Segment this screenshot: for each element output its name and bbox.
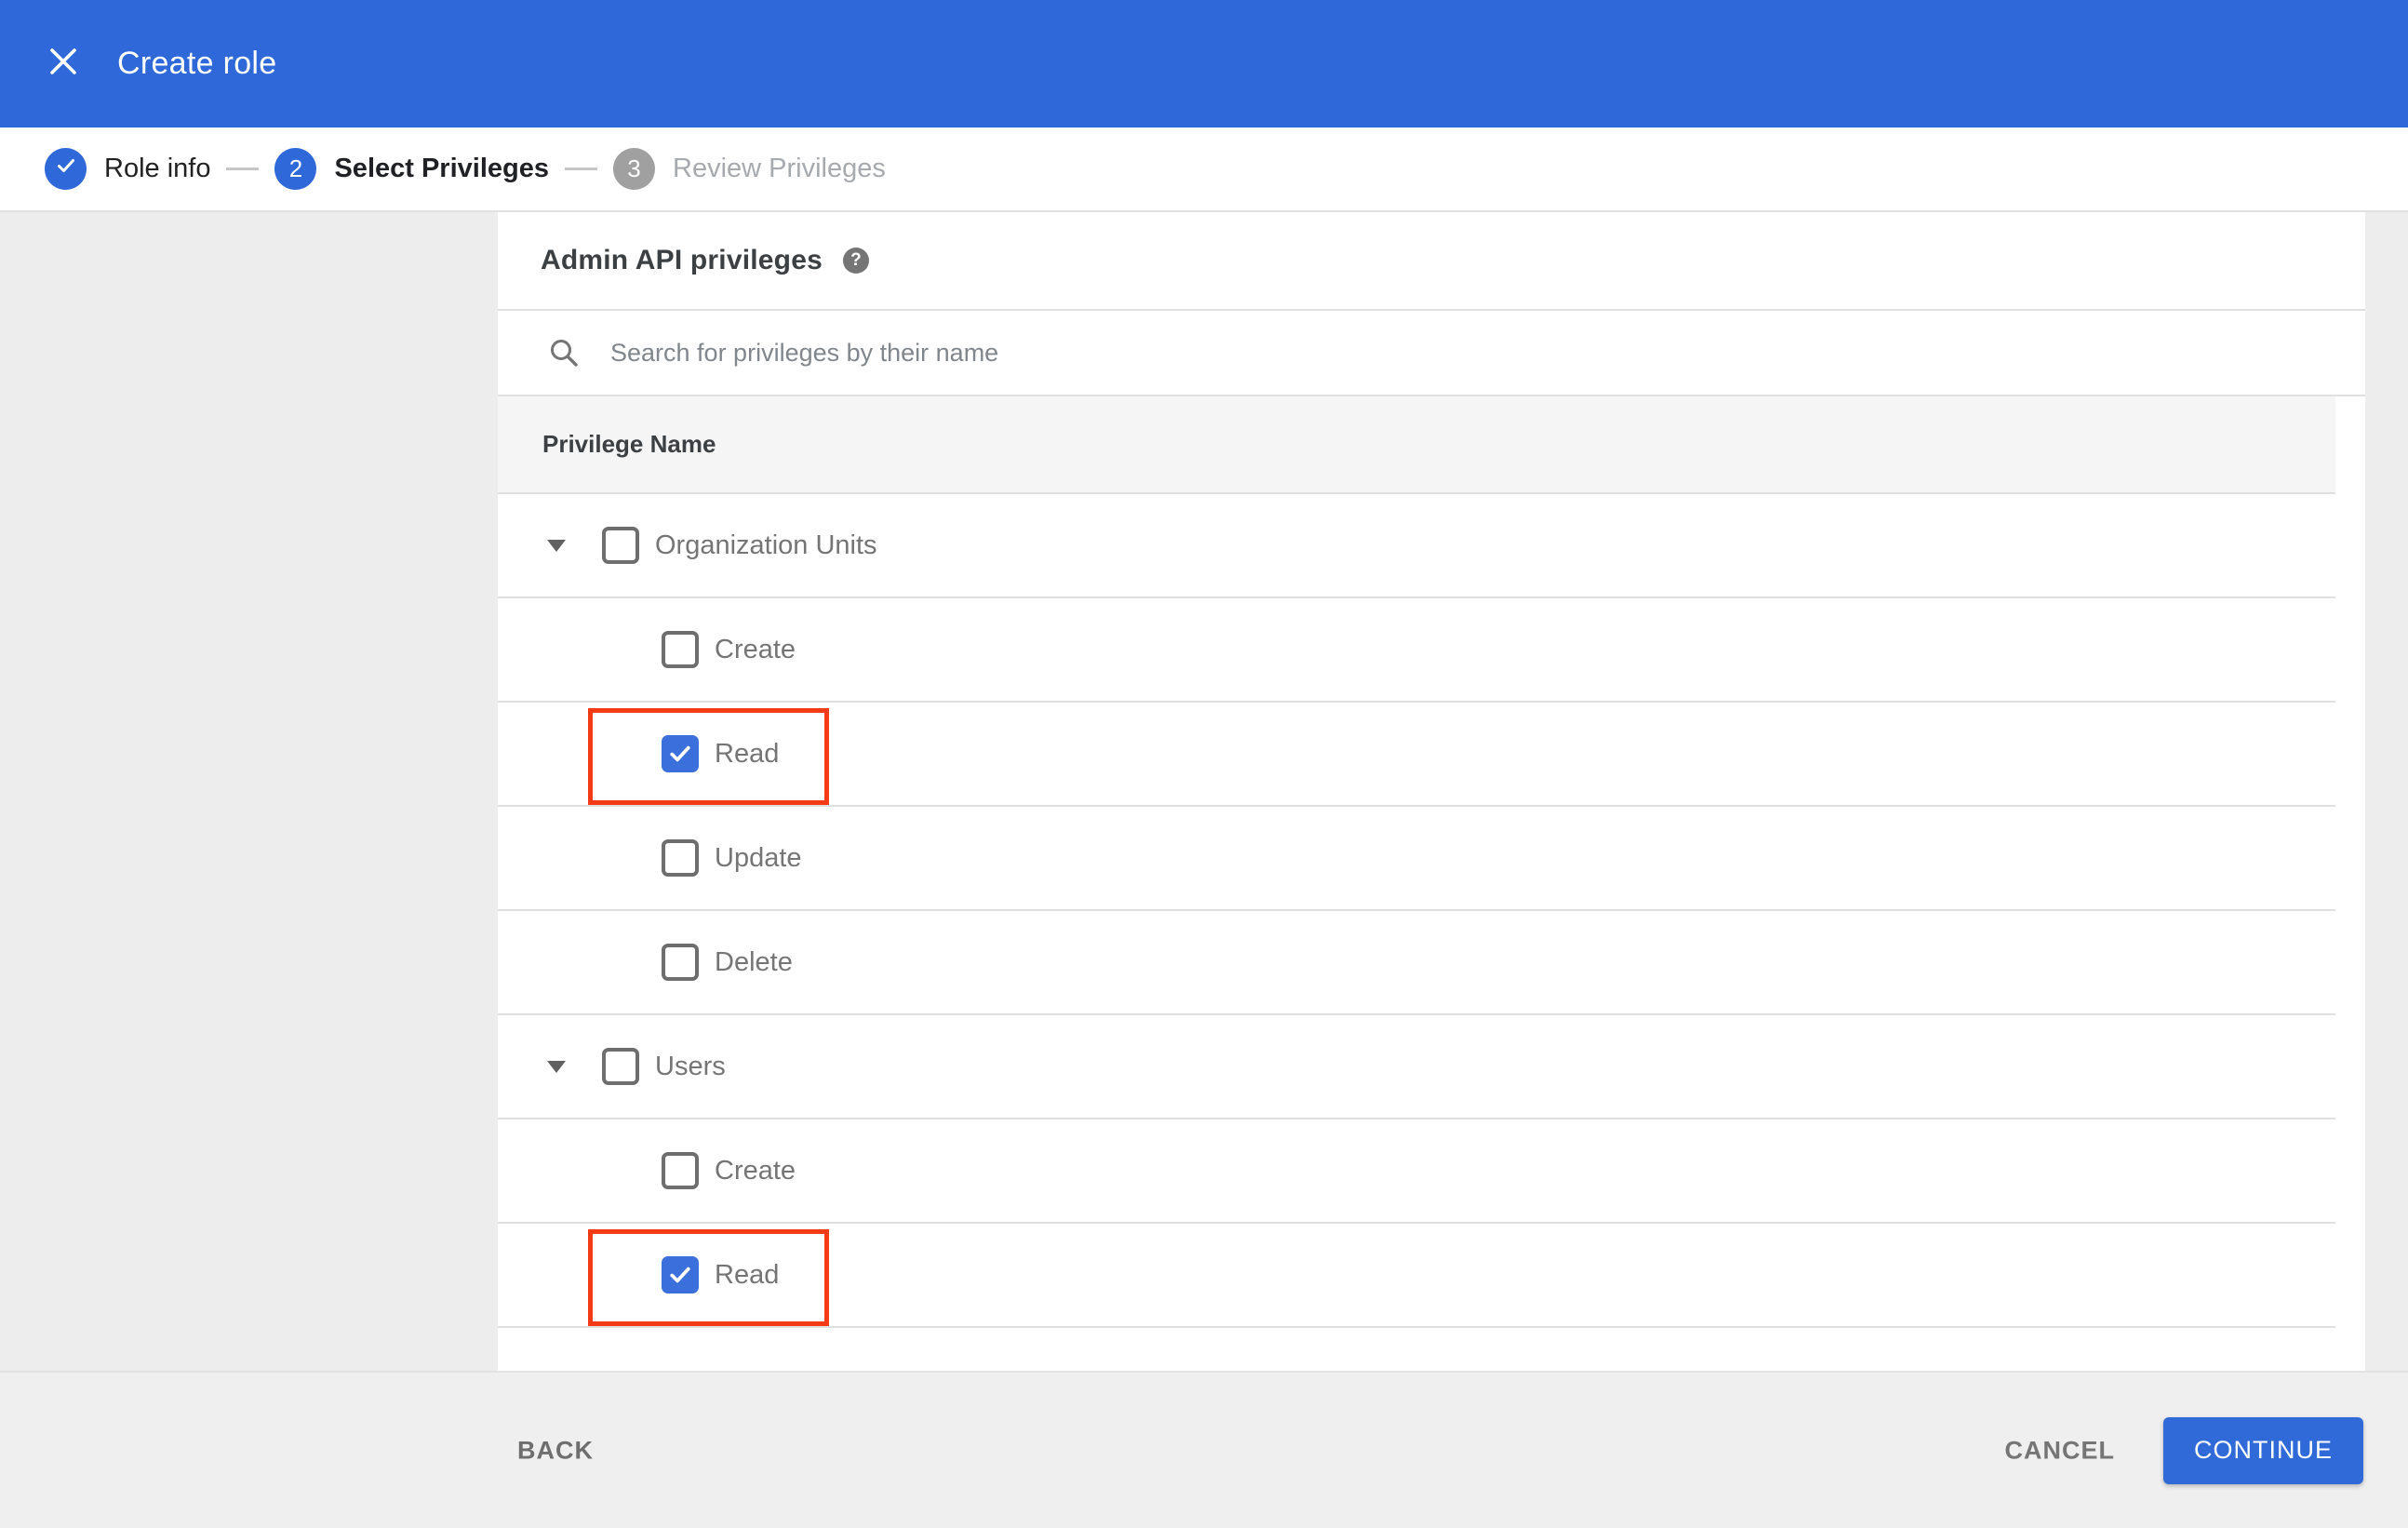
cancel-button[interactable]: CANCEL — [2005, 1436, 2116, 1465]
table-row: Create — [498, 1119, 2335, 1224]
help-icon[interactable]: ? — [842, 248, 869, 274]
annotation-highlight — [588, 708, 829, 805]
step-3-circle: 3 — [613, 148, 655, 190]
close-button[interactable] — [43, 44, 84, 85]
check-icon — [55, 154, 77, 183]
close-icon — [48, 47, 78, 81]
privilege-label: Users — [655, 1051, 726, 1081]
privilege-checkbox[interactable] — [662, 839, 699, 877]
table-row: Users — [498, 1015, 2335, 1119]
privilege-label: Update — [715, 842, 802, 873]
step-2-circle: 2 — [274, 148, 317, 190]
privilege-checkbox[interactable] — [662, 1256, 699, 1293]
table-row: Organization Units — [498, 494, 2335, 598]
checkmark-icon — [667, 1262, 693, 1288]
step-2-number: 2 — [288, 154, 303, 182]
privilege-label: Create — [715, 634, 796, 664]
privilege-label: Read — [715, 738, 780, 769]
expand-triangle-icon[interactable] — [547, 540, 566, 552]
page-title: Create role — [117, 46, 277, 81]
app-bar: Create role — [0, 0, 2408, 127]
step-role-info[interactable]: Role info — [45, 148, 210, 190]
step-connector — [226, 168, 260, 170]
annotation-highlight — [588, 1229, 829, 1326]
privilege-label: Delete — [715, 946, 793, 977]
expand-triangle-icon[interactable] — [547, 1061, 566, 1073]
privilege-checkbox[interactable] — [662, 735, 699, 772]
search-bar — [498, 311, 2365, 396]
step-2-label: Select Privileges — [334, 154, 549, 183]
step-connector — [565, 168, 597, 170]
step-1-circle — [45, 148, 87, 190]
privilege-label: Read — [715, 1259, 780, 1290]
table-row: Update — [498, 807, 2335, 911]
privilege-label: Organization Units — [655, 529, 877, 560]
panel-heading-row: Admin API privileges ? — [498, 212, 2365, 311]
back-button[interactable]: BACK — [517, 1436, 594, 1465]
column-header-privilege-name: Privilege Name — [542, 430, 716, 458]
table-header: Privilege Name — [498, 396, 2335, 494]
privilege-checkbox[interactable] — [662, 944, 699, 981]
section-title: Admin API privileges — [541, 245, 823, 275]
continue-button[interactable]: CONTINUE — [2163, 1416, 2363, 1484]
privilege-checkbox[interactable] — [662, 631, 699, 668]
table-row: Create — [498, 598, 2335, 703]
step-1-label: Role info — [104, 154, 211, 183]
table-row: Read — [498, 1224, 2335, 1328]
step-select-privileges[interactable]: 2 Select Privileges — [274, 148, 549, 190]
search-icon — [547, 336, 581, 369]
wizard-footer: BACK CANCEL CONTINUE — [0, 1371, 2408, 1528]
privilege-table-body: Organization Units Create Read Update De… — [498, 494, 2335, 1328]
table-row: Delete — [498, 911, 2335, 1015]
checkmark-icon — [667, 741, 693, 767]
table-row: Read — [498, 703, 2335, 807]
search-input[interactable] — [610, 338, 1913, 368]
wizard-stepper: Role info 2 Select Privileges 3 Review P… — [0, 127, 2408, 212]
privilege-checkbox[interactable] — [602, 527, 639, 564]
step-review-privileges[interactable]: 3 Review Privileges — [613, 148, 886, 190]
step-3-number: 3 — [627, 154, 641, 182]
privilege-checkbox[interactable] — [662, 1152, 699, 1189]
privilege-checkbox[interactable] — [602, 1048, 639, 1085]
privileges-panel: Admin API privileges ? Privilege Name Or… — [498, 212, 2365, 1371]
step-3-label: Review Privileges — [673, 154, 886, 183]
privilege-label: Create — [715, 1155, 796, 1186]
